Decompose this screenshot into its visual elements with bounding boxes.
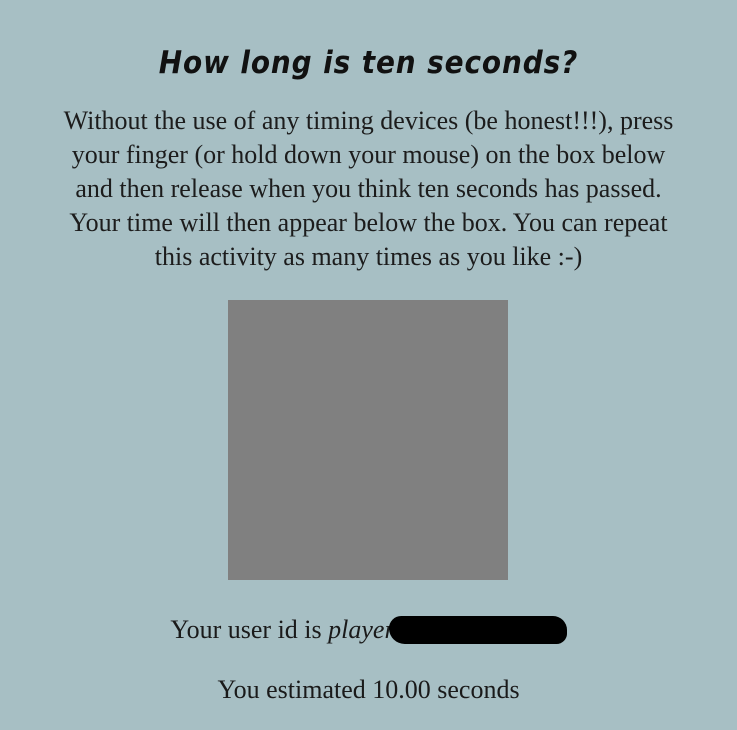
instructions-line: your finger (or hold down your mouse) on…: [71, 140, 666, 169]
instructions-text: Without the use of any timing devices (b…: [0, 104, 737, 274]
estimate-result: You estimated 10.00 seconds: [217, 675, 520, 704]
instructions-line: Your time will then appear below the box…: [69, 208, 668, 237]
redaction-mark: [388, 616, 567, 645]
user-id-line: Your user id is player: [0, 614, 737, 646]
user-id-label: Your user id is: [170, 615, 329, 644]
page-title: How long is ten seconds?: [158, 44, 579, 81]
instructions-line: Without the use of any timing devices (b…: [63, 106, 674, 135]
user-id-value: player: [328, 615, 395, 644]
press-timer-box[interactable]: [228, 300, 508, 580]
instructions-line: and then release when you think ten seco…: [75, 174, 662, 203]
instructions-line: this activity as many times as you like …: [154, 242, 583, 271]
